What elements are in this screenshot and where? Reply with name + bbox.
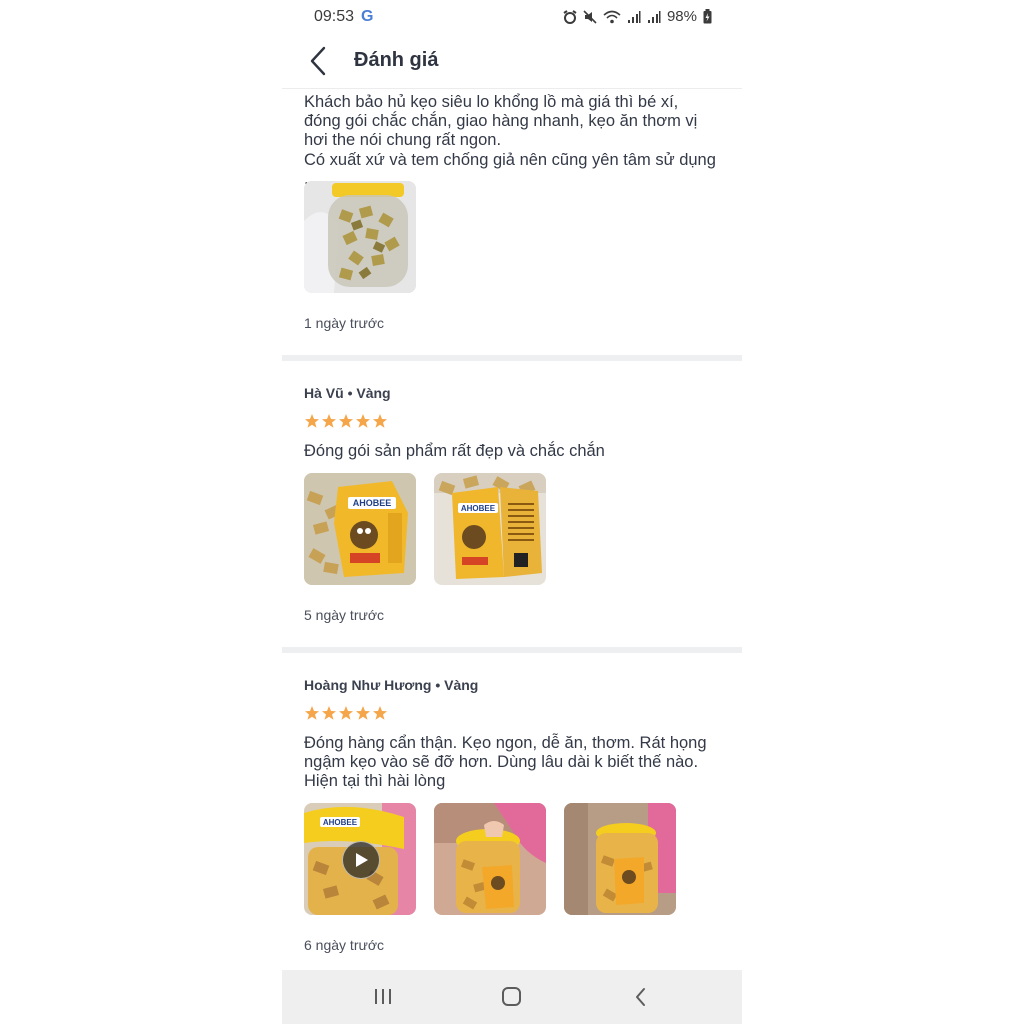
review-time: 6 ngày trước <box>304 937 385 953</box>
star-icon <box>356 706 370 720</box>
app-header: Đánh giá <box>282 34 742 89</box>
review-photos: AHOBEE <box>304 473 546 585</box>
review-photos: AHOBEE <box>304 803 676 915</box>
signal-icon <box>627 10 641 23</box>
system-back-button[interactable] <box>626 984 656 1010</box>
review-photos <box>304 181 416 293</box>
star-icon <box>339 706 353 720</box>
phone-screen: 09:53 G 98% Đánh giá Khách bảo hủ kẹo si… <box>282 0 742 1024</box>
status-bar: 09:53 G 98% <box>282 0 742 34</box>
rating-stars <box>304 413 388 429</box>
status-time: 09:53 <box>314 8 355 25</box>
play-icon <box>356 853 368 867</box>
review-text: Đóng hàng cẩn thận. Kẹo ngon, dễ ăn, thơ… <box>304 734 707 791</box>
candy-jar-photo: AHOBEE <box>434 473 546 585</box>
rating-stars <box>304 705 388 721</box>
wifi-icon <box>603 10 621 23</box>
candy-jar-photo <box>304 181 416 293</box>
review-item: Hoàng Như Hương • Vàng Đóng hàng cẩn thậ… <box>282 653 742 970</box>
product-label-text: AHOBEE <box>461 504 496 513</box>
review-item: Hà Vũ • Vàng Đóng gói sản phẩm rất đẹp v… <box>282 361 742 647</box>
star-icon <box>373 414 387 428</box>
review-text: Đóng gói sản phẩm rất đẹp và chắc chắn <box>304 442 605 460</box>
review-photo[interactable]: AHOBEE <box>434 473 546 585</box>
review-author: Hà Vũ • Vàng <box>304 385 391 401</box>
reviews-list[interactable]: Khách bảo hủ kẹo siêu lo khổng lồ mà giá… <box>282 89 742 970</box>
review-time: 5 ngày trước <box>304 607 385 623</box>
review-item: Khách bảo hủ kẹo siêu lo khổng lồ mà giá… <box>282 89 742 355</box>
candy-jar-photo <box>434 803 546 915</box>
play-button[interactable] <box>342 841 380 879</box>
review-photo[interactable] <box>304 181 416 293</box>
star-icon <box>305 706 319 720</box>
google-icon: G <box>361 8 374 25</box>
back-arrow-icon <box>636 988 645 1006</box>
review-photo[interactable] <box>434 803 546 915</box>
battery-percent: 98% <box>666 8 697 25</box>
star-icon <box>305 414 319 428</box>
home-icon <box>502 987 521 1006</box>
product-label-text: AHOBEE <box>323 818 358 827</box>
candy-jar-photo <box>564 803 676 915</box>
signal-icon-2 <box>647 10 661 23</box>
star-icon <box>322 414 336 428</box>
star-icon <box>373 706 387 720</box>
star-icon <box>356 414 370 428</box>
review-photo[interactable]: AHOBEE <box>304 473 416 585</box>
recent-apps-button[interactable] <box>368 984 398 1010</box>
status-icons: 98% <box>563 8 712 25</box>
review-photo[interactable] <box>564 803 676 915</box>
system-nav-bar <box>282 970 742 1024</box>
review-time: 1 ngày trước <box>304 315 385 331</box>
candy-jar-photo: AHOBEE <box>304 473 416 585</box>
alarm-icon <box>563 9 577 24</box>
review-author: Hoàng Như Hương • Vàng <box>304 677 479 693</box>
star-icon <box>322 706 336 720</box>
battery-icon <box>703 9 712 24</box>
back-button[interactable] <box>304 44 334 78</box>
recent-apps-icon <box>375 989 391 1004</box>
mute-icon <box>583 9 597 24</box>
review-text: Khách bảo hủ kẹo siêu lo khổng lồ mà giá… <box>304 93 716 188</box>
star-icon <box>339 414 353 428</box>
page-title: Đánh giá <box>354 49 439 71</box>
product-label-text: AHOBEE <box>353 498 392 508</box>
review-video[interactable]: AHOBEE <box>304 803 416 915</box>
home-button[interactable] <box>497 984 527 1010</box>
chevron-left-icon <box>310 46 326 76</box>
